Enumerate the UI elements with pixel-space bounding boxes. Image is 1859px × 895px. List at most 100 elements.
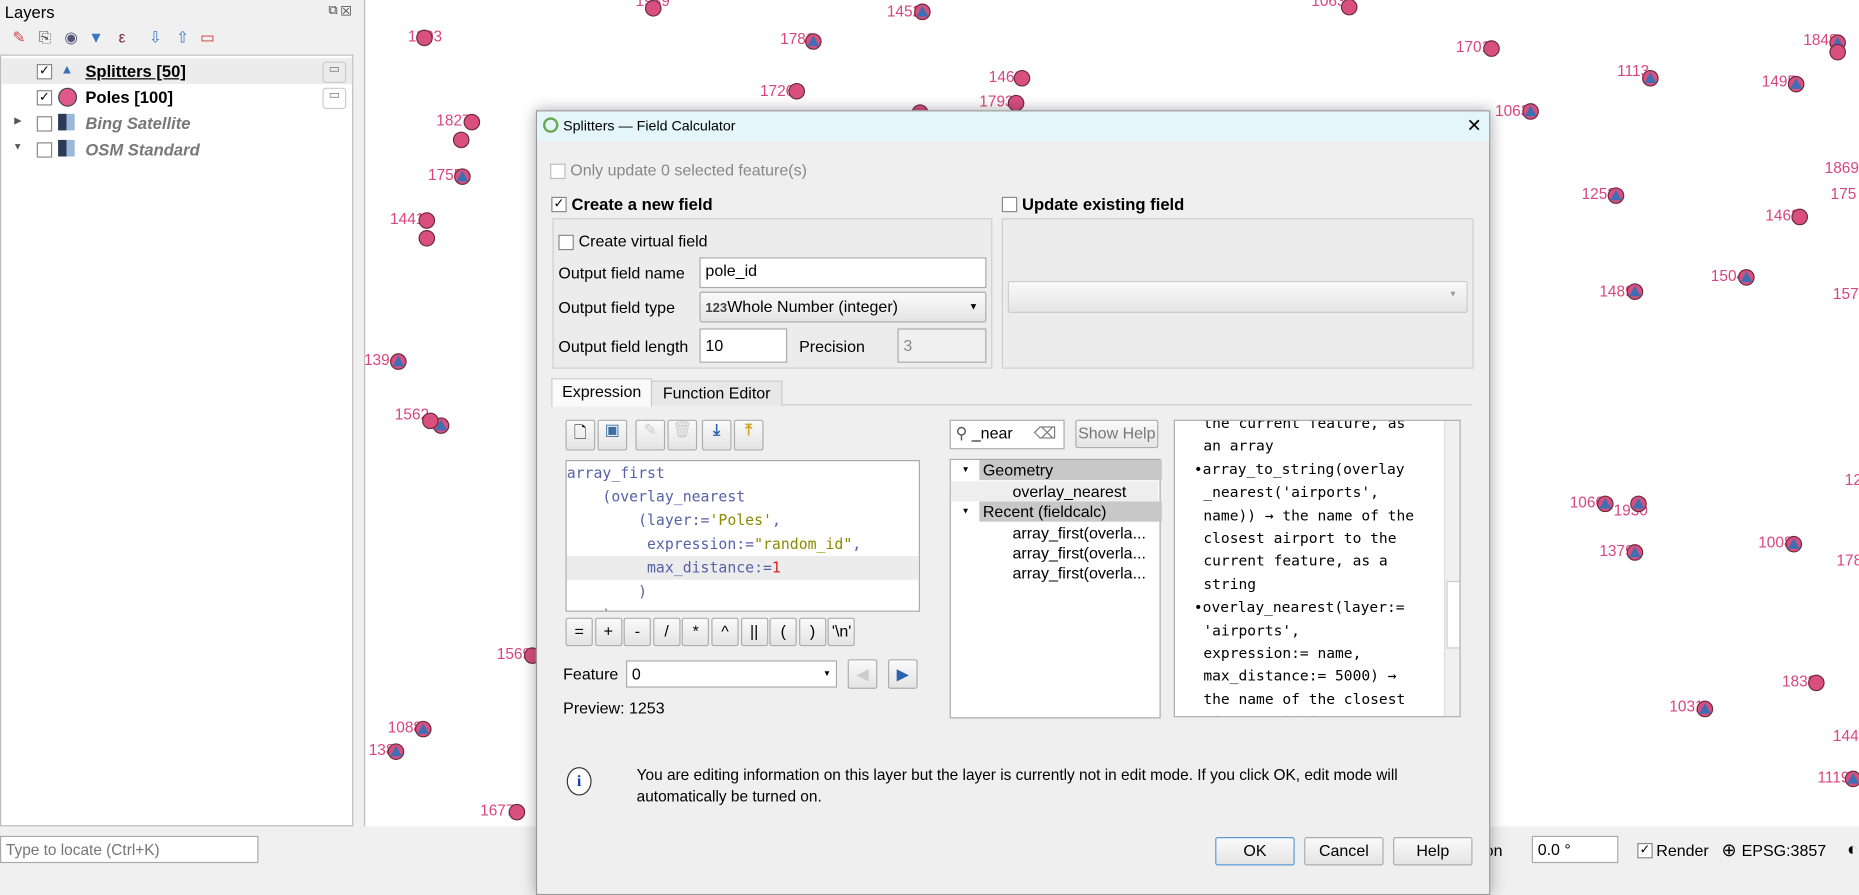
float-panel-icon[interactable]: ⧉ [328,4,337,19]
expression-editor[interactable]: array_first (overlay_nearest (layer:='Po… [565,460,921,612]
pole-feature[interactable] [1013,69,1031,87]
feature-select[interactable]: 0 ▼ [625,660,838,688]
layer-checkbox[interactable]: ✓ [36,90,53,106]
splitter-feature[interactable] [1630,495,1647,513]
function-item[interactable]: array_first(overla... [951,543,1158,563]
splitter-feature[interactable] [805,33,822,50]
precision-spinbox[interactable]: 3 [897,328,987,363]
pole-feature[interactable] [418,230,436,247]
help-scrollbar[interactable] [1444,420,1460,717]
create-virtual-checkbox[interactable] [558,234,574,251]
pole-feature[interactable] [788,82,806,100]
clear-search-icon[interactable]: ⌫ [1034,421,1057,447]
layer-item-splitters[interactable]: ✓ ▲ Splitters [50] ▭ [1,58,353,85]
splitter-feature[interactable] [1642,69,1659,87]
operator-button[interactable]: / [653,617,681,647]
operator-button[interactable]: ^ [711,617,739,647]
locate-input[interactable] [0,835,259,864]
pole-feature[interactable] [1808,674,1825,692]
tab-function-editor[interactable]: Function Editor [650,380,783,406]
add-group-icon[interactable]: ⎘ [36,28,55,47]
splitter-feature[interactable] [1596,495,1614,513]
rotation-input[interactable]: 0.0 ° [1531,835,1619,864]
operator-button[interactable]: '\n' [828,617,856,647]
splitter-feature[interactable] [1844,770,1859,788]
help-button[interactable]: Help [1393,837,1473,866]
tree-group[interactable]: ▼ Recent (fieldcalc) [951,501,1162,522]
splitter-feature[interactable] [390,353,407,370]
pole-feature[interactable] [452,131,470,149]
cancel-button[interactable]: Cancel [1304,837,1384,866]
scrollbar-handle[interactable] [1446,580,1460,649]
field-length-spinbox[interactable]: 10 [699,328,788,363]
splitter-feature[interactable] [1738,269,1755,286]
operator-button[interactable]: ) [798,617,827,647]
function-search-input[interactable]: ⚲ _near ⌫ [949,419,1065,450]
crs-label[interactable]: EPSG:3857 [1742,842,1827,860]
splitter-feature[interactable] [454,168,471,185]
layer-item-bing-satellite[interactable]: ▶ Bing Satellite [1,110,352,136]
pole-feature[interactable] [463,113,481,131]
pole-feature[interactable] [1483,40,1500,57]
operator-button[interactable]: + [594,617,622,647]
remove-layer-icon[interactable]: ▭ [198,28,217,47]
existing-field-select[interactable]: ▼ [1007,280,1468,313]
layer-checkbox[interactable] [36,116,53,132]
import-icon[interactable]: ⤓ [701,419,732,451]
function-item[interactable]: array_first(overla... [951,563,1158,583]
splitter-feature[interactable] [1626,283,1644,300]
export-icon[interactable]: ⤒ [733,419,764,451]
memory-layer-icon[interactable]: ▭ [322,61,347,83]
edit-icon[interactable]: ✎ [635,419,666,451]
render-checkbox[interactable]: ✓ [1637,842,1653,859]
close-icon[interactable]: ✕ [1467,115,1482,136]
splitter-feature[interactable] [1785,535,1803,553]
save-icon[interactable]: ▣ [597,419,628,451]
pole-feature[interactable] [1791,208,1809,226]
pole-feature[interactable] [418,212,436,229]
previous-feature-button[interactable]: ◀ [847,659,878,689]
splitter-feature[interactable] [1787,75,1805,93]
operator-button[interactable]: = [565,617,593,647]
splitter-feature[interactable] [1626,544,1644,561]
new-file-icon[interactable]: 🗋 [565,419,596,451]
messages-icon[interactable]: ◐ [1847,839,1858,859]
function-item[interactable]: array_first(overla... [951,523,1158,543]
collapse-arrow-icon[interactable]: ▼ [13,141,22,152]
memory-layer-icon[interactable]: ▭ [322,87,347,110]
globe-icon[interactable]: ⊕ [1721,839,1736,861]
filter-icon[interactable]: ▼ [87,28,106,47]
layer-checkbox[interactable] [36,142,53,158]
expression-filter-icon[interactable]: ε [113,28,132,47]
close-panel-icon[interactable]: ☒ [340,4,352,19]
visibility-icon[interactable]: ◉ [62,28,81,47]
tab-expression[interactable]: Expression [551,378,653,407]
show-help-button[interactable]: Show Help [1075,419,1159,449]
operator-button[interactable]: * [682,617,710,647]
style-manager-icon[interactable]: ✎ [9,28,28,47]
pole-feature[interactable] [1829,43,1846,61]
layer-item-poles[interactable]: ✓ Poles [100] ▭ [1,84,352,110]
delete-icon[interactable]: 🗑 [667,419,698,451]
splitter-feature[interactable] [1522,103,1539,120]
splitter-feature[interactable] [1696,700,1714,718]
next-feature-button[interactable]: ▶ [888,659,918,689]
pole-feature[interactable] [1340,0,1358,16]
expand-all-icon[interactable]: ⇩ [146,28,165,47]
pole-feature[interactable] [422,412,439,430]
operator-button[interactable]: || [740,617,768,647]
ok-button[interactable]: OK [1215,837,1295,866]
splitter-feature[interactable] [414,720,432,738]
pole-feature[interactable] [644,0,662,17]
layer-checkbox[interactable]: ✓ [36,64,53,80]
collapse-all-icon[interactable]: ⇧ [173,28,192,47]
pole-feature[interactable] [508,803,526,821]
only-update-checkbox[interactable] [550,163,566,180]
pole-feature[interactable] [416,29,433,47]
splitter-feature[interactable] [387,743,405,760]
function-item[interactable]: overlay_nearest [950,481,1159,502]
create-new-field-checkbox[interactable]: ✓ [551,196,567,213]
field-type-select[interactable]: 123Whole Number (integer) ▼ [699,291,987,323]
expand-arrow-icon[interactable]: ▶ [14,115,21,126]
operator-button[interactable]: ( [769,617,797,647]
